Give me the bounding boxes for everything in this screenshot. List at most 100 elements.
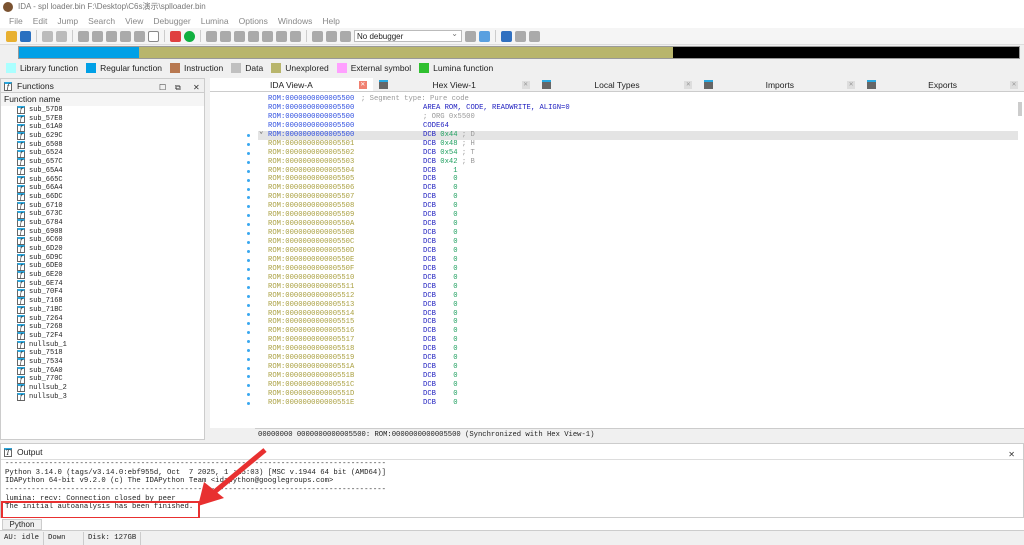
- menu-windows[interactable]: Windows: [273, 14, 317, 28]
- disasm-line[interactable]: ROM:0000000000005501 DCB 0x48 ; H: [258, 140, 1018, 149]
- menu-search[interactable]: Search: [83, 14, 120, 28]
- python-language-button[interactable]: Python: [2, 519, 42, 530]
- disasm-line[interactable]: ROM:0000000000005518 DCB 0: [258, 345, 1018, 354]
- menu-view[interactable]: View: [120, 14, 148, 28]
- breakpoint-dot[interactable]: [247, 303, 250, 307]
- open-icon[interactable]: [6, 30, 17, 42]
- function-item[interactable]: f sub_66DC: [17, 193, 204, 202]
- function-item[interactable]: f sub_72F4: [17, 332, 204, 341]
- xref-icon[interactable]: [234, 30, 245, 42]
- disasm-line[interactable]: ROM:000000000000551E DCB 0: [258, 399, 1018, 408]
- breakpoint-dot[interactable]: [247, 348, 250, 352]
- disasm-line[interactable]: ROM:0000000000005506 DCB 0: [258, 184, 1018, 193]
- function-item[interactable]: f nullsub_1: [17, 341, 204, 350]
- breakpoint-dot[interactable]: [247, 321, 250, 325]
- function-item[interactable]: f sub_6E74: [17, 280, 204, 289]
- disasm-line[interactable]: ROM:000000000000551C DCB 0: [258, 381, 1018, 390]
- breakpoint-dot[interactable]: [247, 178, 250, 182]
- function-item[interactable]: f sub_7534: [17, 358, 204, 367]
- text-icon[interactable]: [148, 30, 159, 42]
- breakpoint-dot[interactable]: [247, 393, 250, 397]
- function-item[interactable]: f nullsub_2: [17, 384, 204, 393]
- breakpoint-dot[interactable]: [247, 133, 250, 137]
- disasm-line[interactable]: ROM:0000000000005513 DCB 0: [258, 301, 1018, 310]
- menu-file[interactable]: File: [4, 14, 28, 28]
- debugger-select[interactable]: No debugger: [354, 28, 462, 42]
- strings-icon[interactable]: [206, 30, 217, 42]
- menu-options[interactable]: Options: [234, 14, 273, 28]
- close-icon[interactable]: ✕: [358, 81, 367, 89]
- maximize-icon[interactable]: ☐: [159, 81, 166, 95]
- function-item[interactable]: f sub_66A4: [17, 184, 204, 193]
- function-item[interactable]: f sub_7264: [17, 315, 204, 324]
- disasm-line[interactable]: ROM:000000000000550E DCB 0: [258, 256, 1018, 265]
- function-item[interactable]: f sub_61A0: [17, 123, 204, 132]
- graph-icon[interactable]: [78, 30, 89, 42]
- disasm-line[interactable]: ROM:0000000000005503 DCB 0x42 ; B: [258, 158, 1018, 167]
- breakpoint-dot[interactable]: [247, 294, 250, 298]
- tab-exports[interactable]: Exports ✕: [861, 78, 1024, 91]
- function-item[interactable]: f sub_6710: [17, 202, 204, 211]
- close-icon[interactable]: ✕: [193, 81, 200, 95]
- breakpoint-dot[interactable]: [247, 268, 250, 272]
- breakpoint-dot[interactable]: [247, 151, 250, 155]
- lumina-icon[interactable]: [184, 30, 195, 42]
- function-item[interactable]: f sub_6D20: [17, 245, 204, 254]
- breakpoint-dot[interactable]: [247, 223, 250, 227]
- menu-jump[interactable]: Jump: [52, 14, 83, 28]
- disasm-line[interactable]: ROM:0000000000005509 DCB 0: [258, 211, 1018, 220]
- names-icon[interactable]: [220, 30, 231, 42]
- tab-ida-view-a[interactable]: IDA View-A ✕: [210, 78, 373, 91]
- breakpoint-dot[interactable]: [247, 232, 250, 236]
- disasm-line[interactable]: ROM:0000000000005500; Segment type: Pure…: [258, 95, 1018, 104]
- function-item[interactable]: f sub_65A4: [17, 167, 204, 176]
- outdent-icon[interactable]: [529, 30, 540, 42]
- disasm-line[interactable]: ROM:0000000000005505 DCB 0: [258, 175, 1018, 184]
- tab-imports[interactable]: Imports ✕: [698, 78, 861, 91]
- function-item[interactable]: f sub_629C: [17, 132, 204, 141]
- disasm-line[interactable]: ROM:0000000000005510 DCB 0: [258, 274, 1018, 283]
- diamond-icon[interactable]: [290, 30, 301, 42]
- function-item[interactable]: f sub_6DE0: [17, 262, 204, 271]
- menu-edit[interactable]: Edit: [28, 14, 53, 28]
- disasm-line[interactable]: ROM:0000000000005511 DCB 0: [258, 283, 1018, 292]
- disasm-line[interactable]: ROM:0000000000005519 DCB 0: [258, 354, 1018, 363]
- disasm-line[interactable]: ROM:000000000000551D DCB 0: [258, 390, 1018, 399]
- disasm-line[interactable]: ROM:0000000000005515 DCB 0: [258, 318, 1018, 327]
- function-icon[interactable]: [92, 30, 103, 42]
- forward-icon[interactable]: [56, 30, 67, 42]
- bookmarks-icon[interactable]: [248, 30, 259, 42]
- struct-icon[interactable]: [120, 30, 131, 42]
- segment-icon[interactable]: [106, 30, 117, 42]
- breakpoint-dot[interactable]: [247, 330, 250, 334]
- disasm-line[interactable]: ROM:0000000000005514 DCB 0: [258, 310, 1018, 319]
- close-icon[interactable]: ✕: [1008, 447, 1015, 463]
- breakpoint-dot[interactable]: [247, 357, 250, 361]
- menu-debugger[interactable]: Debugger: [148, 14, 195, 28]
- indent-icon[interactable]: [515, 30, 526, 42]
- function-item[interactable]: f sub_657C: [17, 158, 204, 167]
- pause-icon[interactable]: [326, 30, 337, 42]
- function-item[interactable]: f sub_76A0: [17, 367, 204, 376]
- close-icon[interactable]: ✕: [1009, 81, 1018, 89]
- disasm-line[interactable]: ROM:000000000000551B DCB 0: [258, 372, 1018, 381]
- save-icon[interactable]: [20, 30, 31, 42]
- breakpoint-dot[interactable]: [247, 402, 250, 406]
- function-item[interactable]: f sub_6E20: [17, 271, 204, 280]
- disasm-line[interactable]: ROM:0000000000005500 AREA ROM, CODE, READ…: [258, 104, 1018, 113]
- function-item[interactable]: f sub_7268: [17, 323, 204, 332]
- close-icon[interactable]: ✕: [521, 81, 530, 89]
- breakpoint-dot[interactable]: [247, 285, 250, 289]
- disasm-line[interactable]: ROM:0000000000005516 DCB 0: [258, 327, 1018, 336]
- function-item[interactable]: f sub_6D9C: [17, 254, 204, 263]
- disasm-line[interactable]: ROM:0000000000005504 DCB 1: [258, 167, 1018, 176]
- function-item[interactable]: f sub_7518: [17, 349, 204, 358]
- float-icon[interactable]: ⧉: [175, 81, 181, 95]
- breakpoint-dot[interactable]: [247, 250, 250, 254]
- breakpoint-dot[interactable]: [247, 384, 250, 388]
- close-icon[interactable]: ✕: [684, 81, 693, 89]
- function-item[interactable]: f nullsub_3: [17, 393, 204, 402]
- decompile-icon[interactable]: [465, 30, 476, 42]
- breakpoint-dot[interactable]: [247, 375, 250, 379]
- function-item[interactable]: f sub_57D8: [17, 106, 204, 115]
